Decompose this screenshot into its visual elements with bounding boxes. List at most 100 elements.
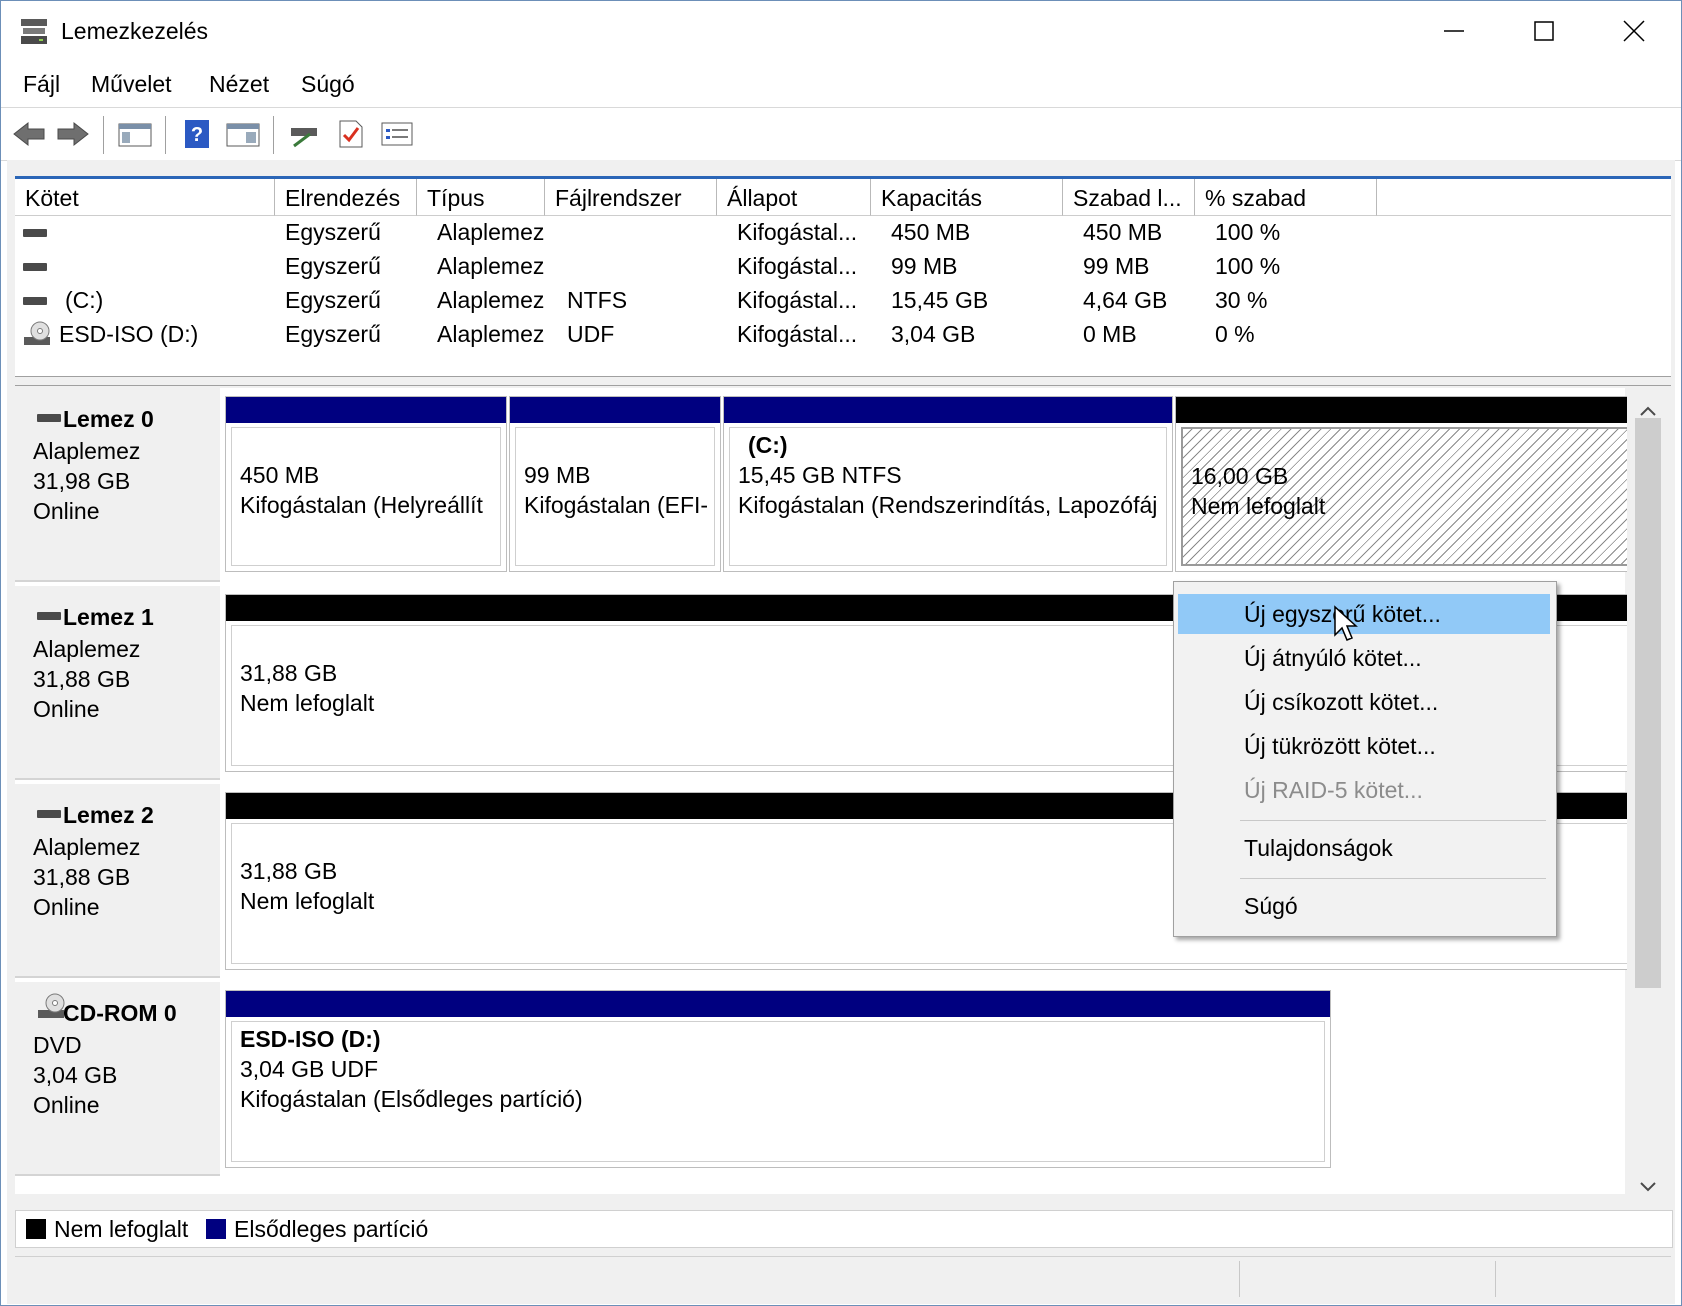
menu-item-new-mirrored-volume[interactable]: Új tükrözött kötet...: [1178, 726, 1550, 766]
disk-type: Alaplemez: [33, 636, 141, 662]
disk-icon: [37, 810, 61, 818]
column-header-label: Típus: [427, 185, 485, 211]
disk-type: Alaplemez: [33, 834, 141, 860]
back-button[interactable]: [11, 118, 47, 150]
partition-title: (C:): [748, 432, 788, 458]
disk-label-lemez-1[interactable]: Lemez 1 Alaplemez 31,88 GB Online: [15, 586, 220, 780]
volume-percent-free: 100 %: [1215, 219, 1281, 245]
partition-esd-iso[interactable]: ESD-ISO (D:) 3,04 GB UDF Kifogástalan (E…: [225, 990, 1331, 1168]
disk-type: Alaplemez: [33, 438, 141, 464]
column-header-label: Állapot: [727, 185, 798, 211]
help-icon: ?: [185, 120, 209, 148]
disk-icon: [37, 612, 61, 620]
menu-item-label: Új átnyúló kötet...: [1244, 645, 1422, 671]
disk-label-cd-rom-0[interactable]: CD-ROM 0 DVD 3,04 GB Online: [15, 982, 220, 1176]
volume-percent-free: 0 %: [1215, 321, 1255, 347]
disk-status: Online: [33, 1092, 100, 1118]
partition-bar: [226, 397, 506, 423]
show-hide-action-pane-button[interactable]: [225, 118, 261, 150]
column-header-capacity[interactable]: Kapacitás: [871, 179, 1063, 216]
minimize-icon: [1444, 30, 1464, 32]
menu-file[interactable]: Fájl: [23, 71, 60, 98]
view-button[interactable]: [379, 118, 415, 150]
partition-body: 16,00 GB Nem lefoglalt: [1181, 427, 1629, 566]
partition-size: 3,04 GB UDF: [240, 1056, 379, 1082]
legend-label: Elsődleges partíció: [234, 1216, 429, 1242]
menu-item-new-simple-volume[interactable]: Új egyszerű kötet...: [1178, 594, 1550, 634]
volume-status: Kifogástal...: [737, 321, 858, 347]
forward-button[interactable]: [55, 118, 91, 150]
legend: Nem lefoglalt Elsődleges partíció: [15, 1210, 1673, 1248]
volume-free-space: 4,64 GB: [1083, 287, 1168, 313]
volume-percent-free: 30 %: [1215, 287, 1268, 313]
menu-item-new-raid5-volume: Új RAID-5 kötet...: [1178, 770, 1550, 810]
menu-item-label: Új csíkozott kötet...: [1244, 689, 1439, 715]
menu-item-properties[interactable]: Tulajdonságok: [1178, 828, 1550, 868]
disk-label-lemez-2[interactable]: Lemez 2 Alaplemez 31,88 GB Online: [15, 784, 220, 978]
partition-status: Nem lefoglalt: [240, 690, 375, 716]
column-header-label: Fájlrendszer: [555, 185, 682, 211]
column-header-status[interactable]: Állapot: [717, 179, 871, 216]
toolbar-separator: [103, 116, 104, 154]
partition-recovery[interactable]: 450 MB Kifogástalan (Helyreállít: [225, 396, 507, 572]
show-hide-console-tree-button[interactable]: [117, 118, 153, 150]
maximize-button[interactable]: [1499, 1, 1589, 61]
column-header-percent-free[interactable]: % szabad: [1195, 179, 1377, 216]
volume-icon: [23, 229, 47, 237]
partition-status: Nem lefoglalt: [240, 888, 375, 914]
partition-title: ESD-ISO (D:): [240, 1026, 381, 1052]
disk-status: Online: [33, 696, 100, 722]
volume-list: Kötet Elrendezés Típus Fájlrendszer Álla…: [15, 176, 1671, 379]
menu-item-help[interactable]: Súgó: [1178, 886, 1550, 926]
column-header-type[interactable]: Típus: [417, 179, 545, 216]
svg-text:?: ?: [191, 124, 203, 146]
volume-layout: Egyszerű: [285, 219, 381, 245]
column-header-filesystem[interactable]: Fájlrendszer: [545, 179, 717, 216]
vertical-scrollbar[interactable]: [1627, 388, 1671, 1194]
menu-action[interactable]: Művelet: [91, 71, 172, 98]
table-row[interactable]: Egyszerű Alaplemez Kifogástal... 99 MB 9…: [15, 251, 1671, 283]
window-title: Lemezkezelés: [61, 18, 209, 44]
partition-body: (C:) 15,45 GB NTFS Kifogástalan (Rendsze…: [729, 427, 1167, 566]
disk-size: 3,04 GB: [33, 1062, 118, 1088]
partition-unallocated-disk0[interactable]: 16,00 GB Nem lefoglalt: [1175, 396, 1635, 572]
scroll-down-icon[interactable]: [1639, 1172, 1657, 1199]
menu-help[interactable]: Súgó: [301, 71, 355, 98]
properties-button[interactable]: [333, 118, 369, 150]
partition-c[interactable]: (C:) 15,45 GB NTFS Kifogástalan (Rendsze…: [723, 396, 1173, 572]
column-header-layout[interactable]: Elrendezés: [275, 179, 417, 216]
volume-icon: [23, 297, 47, 305]
toolbar-separator: [273, 116, 274, 154]
close-button[interactable]: [1589, 1, 1679, 61]
partition-bar: [226, 991, 1330, 1017]
table-row[interactable]: ESD-ISO (D:) Egyszerű Alaplemez UDF Kifo…: [15, 319, 1671, 351]
forward-arrow-icon: [57, 121, 89, 147]
column-header-volume[interactable]: Kötet: [15, 179, 275, 216]
menu-item-label: Új RAID-5 kötet...: [1244, 777, 1423, 803]
volume-filesystem: UDF: [567, 321, 615, 347]
disk-name: Lemez 0: [63, 406, 154, 432]
column-header-free-space[interactable]: Szabad l...: [1063, 179, 1195, 216]
table-row[interactable]: (C:) Egyszerű Alaplemez NTFS Kifogástal.…: [15, 285, 1671, 317]
menu-item-new-spanned-volume[interactable]: Új átnyúló kötet...: [1178, 638, 1550, 678]
menu-item-label: Tulajdonságok: [1244, 835, 1393, 861]
status-divider: [1495, 1261, 1496, 1297]
partition-status: Kifogástalan (Rendszerindítás, Lapozófáj: [738, 492, 1158, 518]
partition-efi[interactable]: 99 MB Kifogástalan (EFI-: [509, 396, 721, 572]
column-header-label: Kapacitás: [881, 185, 983, 211]
minimize-button[interactable]: [1409, 1, 1499, 61]
help-button[interactable]: ?: [179, 118, 215, 150]
view-icon: [381, 122, 413, 146]
connect-button[interactable]: [287, 118, 323, 150]
menu-bar: Fájl Művelet Nézet Súgó: [1, 65, 1681, 107]
volume-filesystem: NTFS: [567, 287, 628, 313]
disk-label-lemez-0[interactable]: Lemez 0 Alaplemez 31,98 GB Online: [15, 388, 220, 582]
partition-body: ESD-ISO (D:) 3,04 GB UDF Kifogástalan (E…: [231, 1021, 1325, 1162]
table-row[interactable]: Egyszerű Alaplemez Kifogástal... 450 MB …: [15, 217, 1671, 249]
partition-bar: [724, 397, 1172, 423]
scrollbar-thumb[interactable]: [1635, 418, 1661, 988]
menu-view[interactable]: Nézet: [209, 71, 269, 98]
menu-item-new-striped-volume[interactable]: Új csíkozott kötet...: [1178, 682, 1550, 722]
pane-splitter[interactable]: [15, 376, 1671, 386]
disk-name: Lemez 2: [63, 802, 154, 828]
